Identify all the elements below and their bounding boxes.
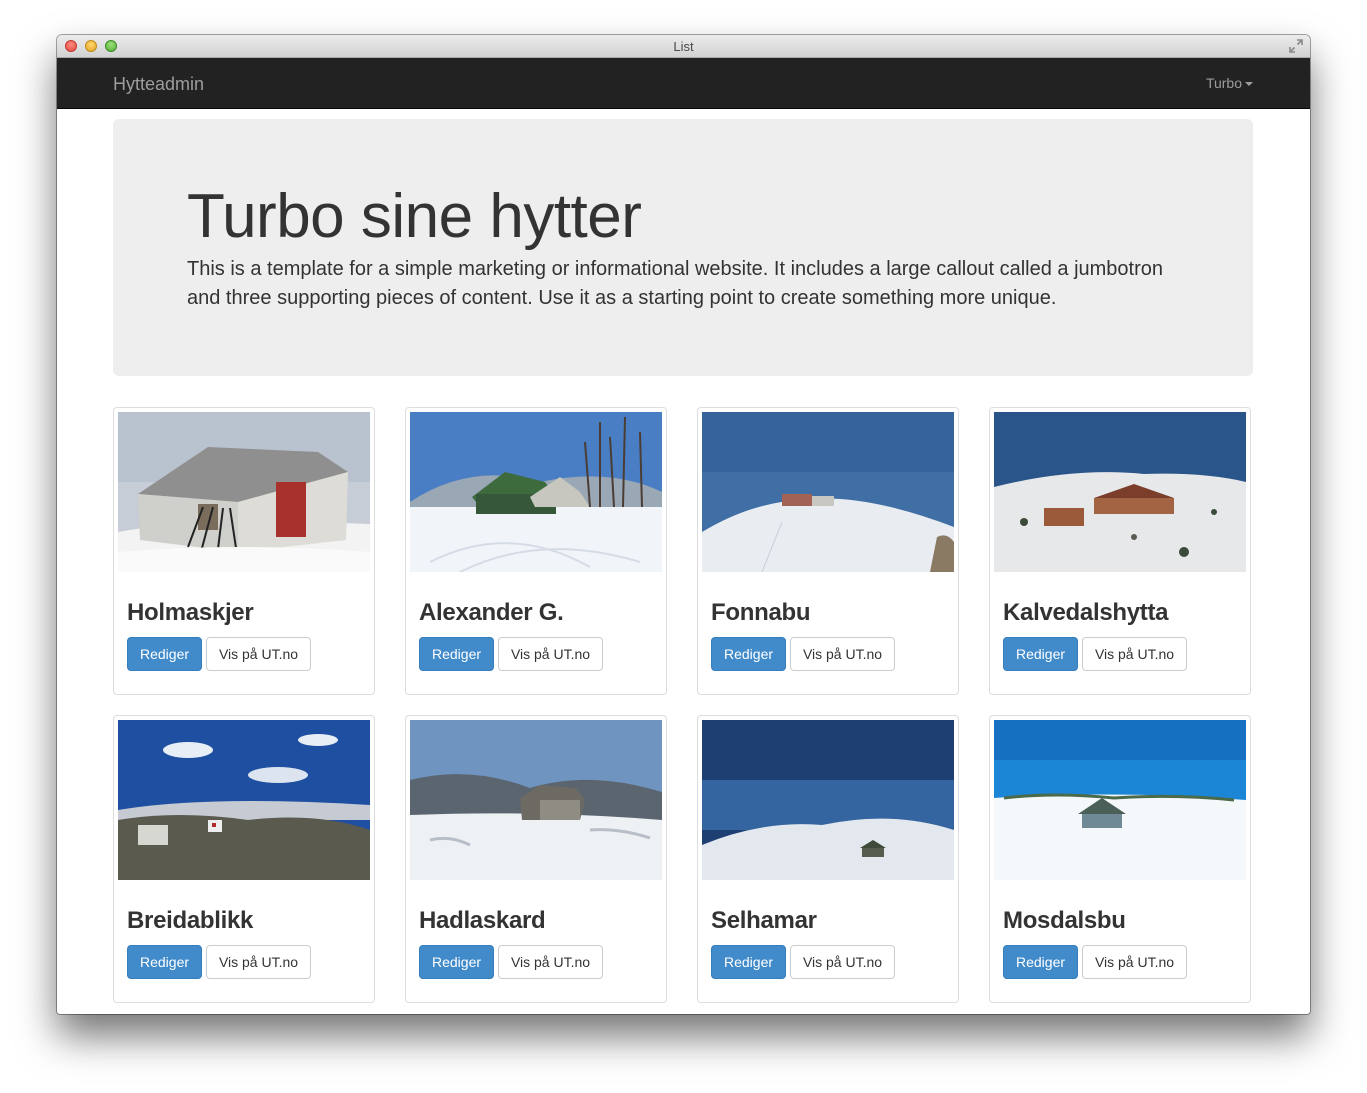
view-on-ut-button[interactable]: Vis på UT.no [790, 945, 895, 979]
edit-button[interactable]: Rediger [419, 637, 494, 671]
cabin-card: Breidablikk Rediger Vis på UT.no [113, 715, 375, 1003]
cabin-photo [410, 412, 662, 572]
user-name: Turbo [1205, 75, 1242, 91]
view-on-ut-button[interactable]: Vis på UT.no [498, 945, 603, 979]
cabin-photo [994, 720, 1246, 880]
cabin-card: Kalvedalshytta Rediger Vis på UT.no [989, 407, 1251, 695]
cabin-photo [410, 720, 662, 880]
cabin-photo [118, 412, 370, 572]
edit-button[interactable]: Rediger [711, 637, 786, 671]
cabin-name: Alexander G. [419, 599, 564, 626]
edit-button[interactable]: Rediger [711, 945, 786, 979]
page-title: Turbo sine hytter [187, 182, 642, 251]
cabin-name: Fonnabu [711, 599, 811, 626]
window-title: List [673, 39, 694, 54]
cabin-name: Holmaskjer [127, 599, 254, 626]
view-on-ut-button[interactable]: Vis på UT.no [1082, 945, 1187, 979]
view-on-ut-button[interactable]: Vis på UT.no [498, 637, 603, 671]
title-bar: List [57, 35, 1310, 58]
navbar-brand[interactable]: Hytteadmin [113, 74, 204, 95]
edit-button[interactable]: Rediger [1003, 945, 1078, 979]
view-on-ut-button[interactable]: Vis på UT.no [790, 637, 895, 671]
cabin-name: Breidablikk [127, 907, 254, 934]
cabin-card: Alexander G. Rediger Vis på UT.no [405, 407, 667, 695]
browser-window: List Hytteadmin Turbo Turbo sine hytter … [57, 35, 1310, 1014]
cabin-card: Mosdalsbu Rediger Vis på UT.no [989, 715, 1251, 1003]
caret-down-icon [1245, 82, 1253, 87]
edit-button[interactable]: Rediger [127, 945, 202, 979]
cabin-card: Selhamar Rediger Vis på UT.no [697, 715, 959, 1003]
fullscreen-icon[interactable] [1288, 38, 1304, 54]
jumbotron: Turbo sine hytter This is a template for… [113, 119, 1253, 376]
view-on-ut-button[interactable]: Vis på UT.no [1082, 637, 1187, 671]
cabin-card: Holmaskjer Rediger Vis på UT.no [113, 407, 375, 695]
edit-button[interactable]: Rediger [127, 637, 202, 671]
view-on-ut-button[interactable]: Vis på UT.no [206, 945, 311, 979]
cabin-photo [702, 720, 954, 880]
jumbotron-text: This is a template for a simple marketin… [187, 258, 1164, 309]
cabin-photo [702, 412, 954, 572]
user-dropdown[interactable]: Turbo [1206, 75, 1253, 91]
cabin-name: Selhamar [711, 907, 817, 934]
cabin-card: Fonnabu Rediger Vis på UT.no [697, 407, 959, 695]
cabin-card: Hadlaskard Rediger Vis på UT.no [405, 715, 667, 1003]
edit-button[interactable]: Rediger [1003, 637, 1078, 671]
navbar: Hytteadmin Turbo [57, 58, 1310, 109]
view-on-ut-button[interactable]: Vis på UT.no [206, 637, 311, 671]
edit-button[interactable]: Rediger [419, 945, 494, 979]
cabin-photo [994, 412, 1246, 572]
cabin-photo [118, 720, 370, 880]
cabin-name: Kalvedalshytta [1003, 599, 1169, 626]
cabin-name: Mosdalsbu [1003, 907, 1126, 934]
cabin-name: Hadlaskard [419, 907, 546, 934]
